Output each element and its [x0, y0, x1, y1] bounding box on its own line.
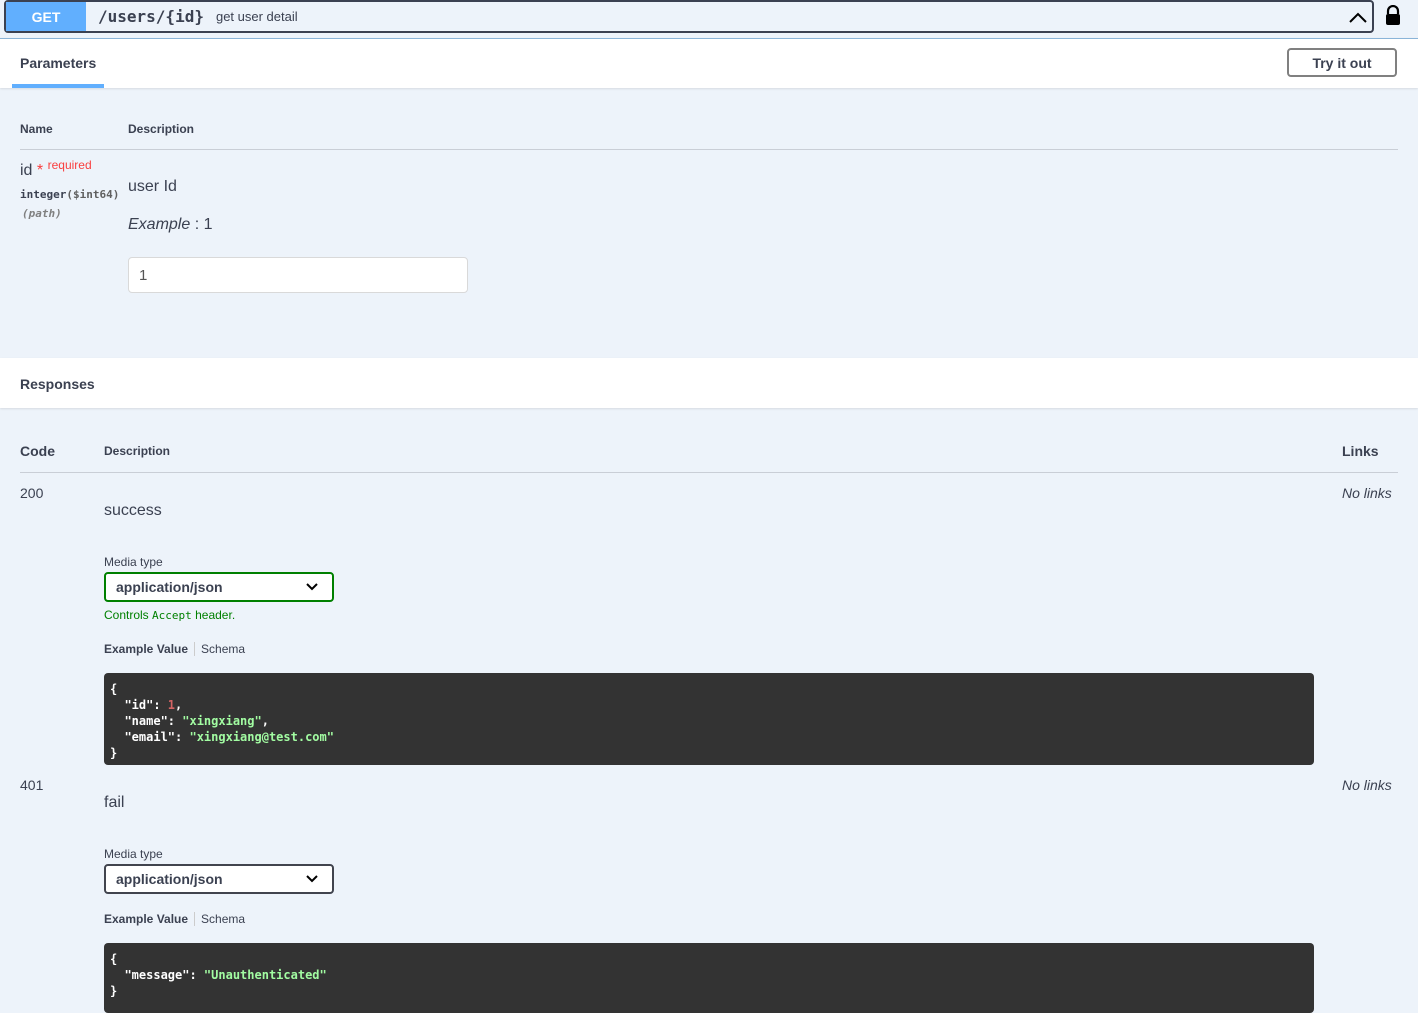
- id-input[interactable]: [128, 257, 468, 293]
- responses-title: Responses: [20, 376, 95, 392]
- try-it-out-button[interactable]: Try it out: [1287, 48, 1397, 77]
- operation-summary[interactable]: GET /users/{id} get user detail: [4, 0, 1374, 33]
- note-text: Controls: [104, 608, 153, 622]
- response-links: No links: [1342, 777, 1392, 793]
- operation-path: /users/{id}: [98, 7, 204, 26]
- col-links: Links: [1342, 443, 1379, 459]
- chevron-up-icon[interactable]: [1348, 8, 1368, 28]
- col-description: Description: [128, 122, 195, 136]
- col-code: Code: [20, 443, 55, 459]
- lock-icon[interactable]: [1384, 5, 1402, 25]
- param-type: integer: [20, 188, 67, 201]
- example-label: Example: [128, 216, 191, 233]
- example-tabs: Example Value Schema: [98, 912, 251, 926]
- response-description: success: [104, 502, 162, 519]
- col-name: Name: [20, 122, 53, 136]
- divider: [20, 149, 1398, 150]
- media-type-select[interactable]: application/json: [104, 572, 334, 602]
- note-text: header.: [191, 608, 236, 622]
- tab-parameters[interactable]: Parameters: [20, 55, 96, 71]
- parameters-header: [0, 38, 1418, 88]
- param-format: ($int64): [66, 188, 120, 201]
- param-in: (path): [22, 207, 62, 220]
- media-type-label: Media type: [104, 555, 163, 569]
- param-name-text: id: [20, 162, 33, 179]
- required-label: required: [47, 158, 92, 172]
- media-type-value: application/json: [116, 579, 223, 595]
- col-description: Description: [104, 444, 171, 458]
- chevron-down-icon: [306, 875, 318, 883]
- param-description: user Id: [128, 178, 177, 195]
- method-badge: GET: [6, 2, 86, 31]
- media-type-select[interactable]: application/json: [104, 864, 334, 894]
- media-type-label: Media type: [104, 847, 163, 861]
- example-value: : 1: [194, 216, 213, 233]
- divider: [20, 472, 1398, 473]
- media-type-value: application/json: [116, 871, 223, 887]
- required-star: *: [36, 162, 44, 179]
- response-code: 401: [20, 777, 44, 793]
- note-code: Accept: [152, 609, 192, 622]
- response-description: fail: [104, 794, 125, 811]
- controls-accept-note: Controls Accept header.: [104, 608, 235, 622]
- param-name: id * required: [20, 158, 92, 180]
- example-code-block: { "id": 1, "name": "xingxiang", "email":…: [104, 673, 1314, 765]
- response-links: No links: [1342, 485, 1392, 501]
- tab-indicator: [12, 84, 104, 88]
- responses-header: [0, 358, 1418, 408]
- chevron-down-icon: [306, 583, 318, 591]
- response-code: 200: [20, 485, 44, 501]
- operation-description: get user detail: [215, 9, 298, 24]
- tab-example-value[interactable]: Example Value: [98, 642, 196, 656]
- tab-example-value[interactable]: Example Value: [98, 912, 196, 926]
- tab-schema[interactable]: Schema: [195, 912, 251, 926]
- example-tabs: Example Value Schema: [98, 642, 251, 656]
- tab-schema[interactable]: Schema: [195, 642, 251, 656]
- example-code-block: { "message": "Unauthenticated" }: [104, 943, 1314, 1013]
